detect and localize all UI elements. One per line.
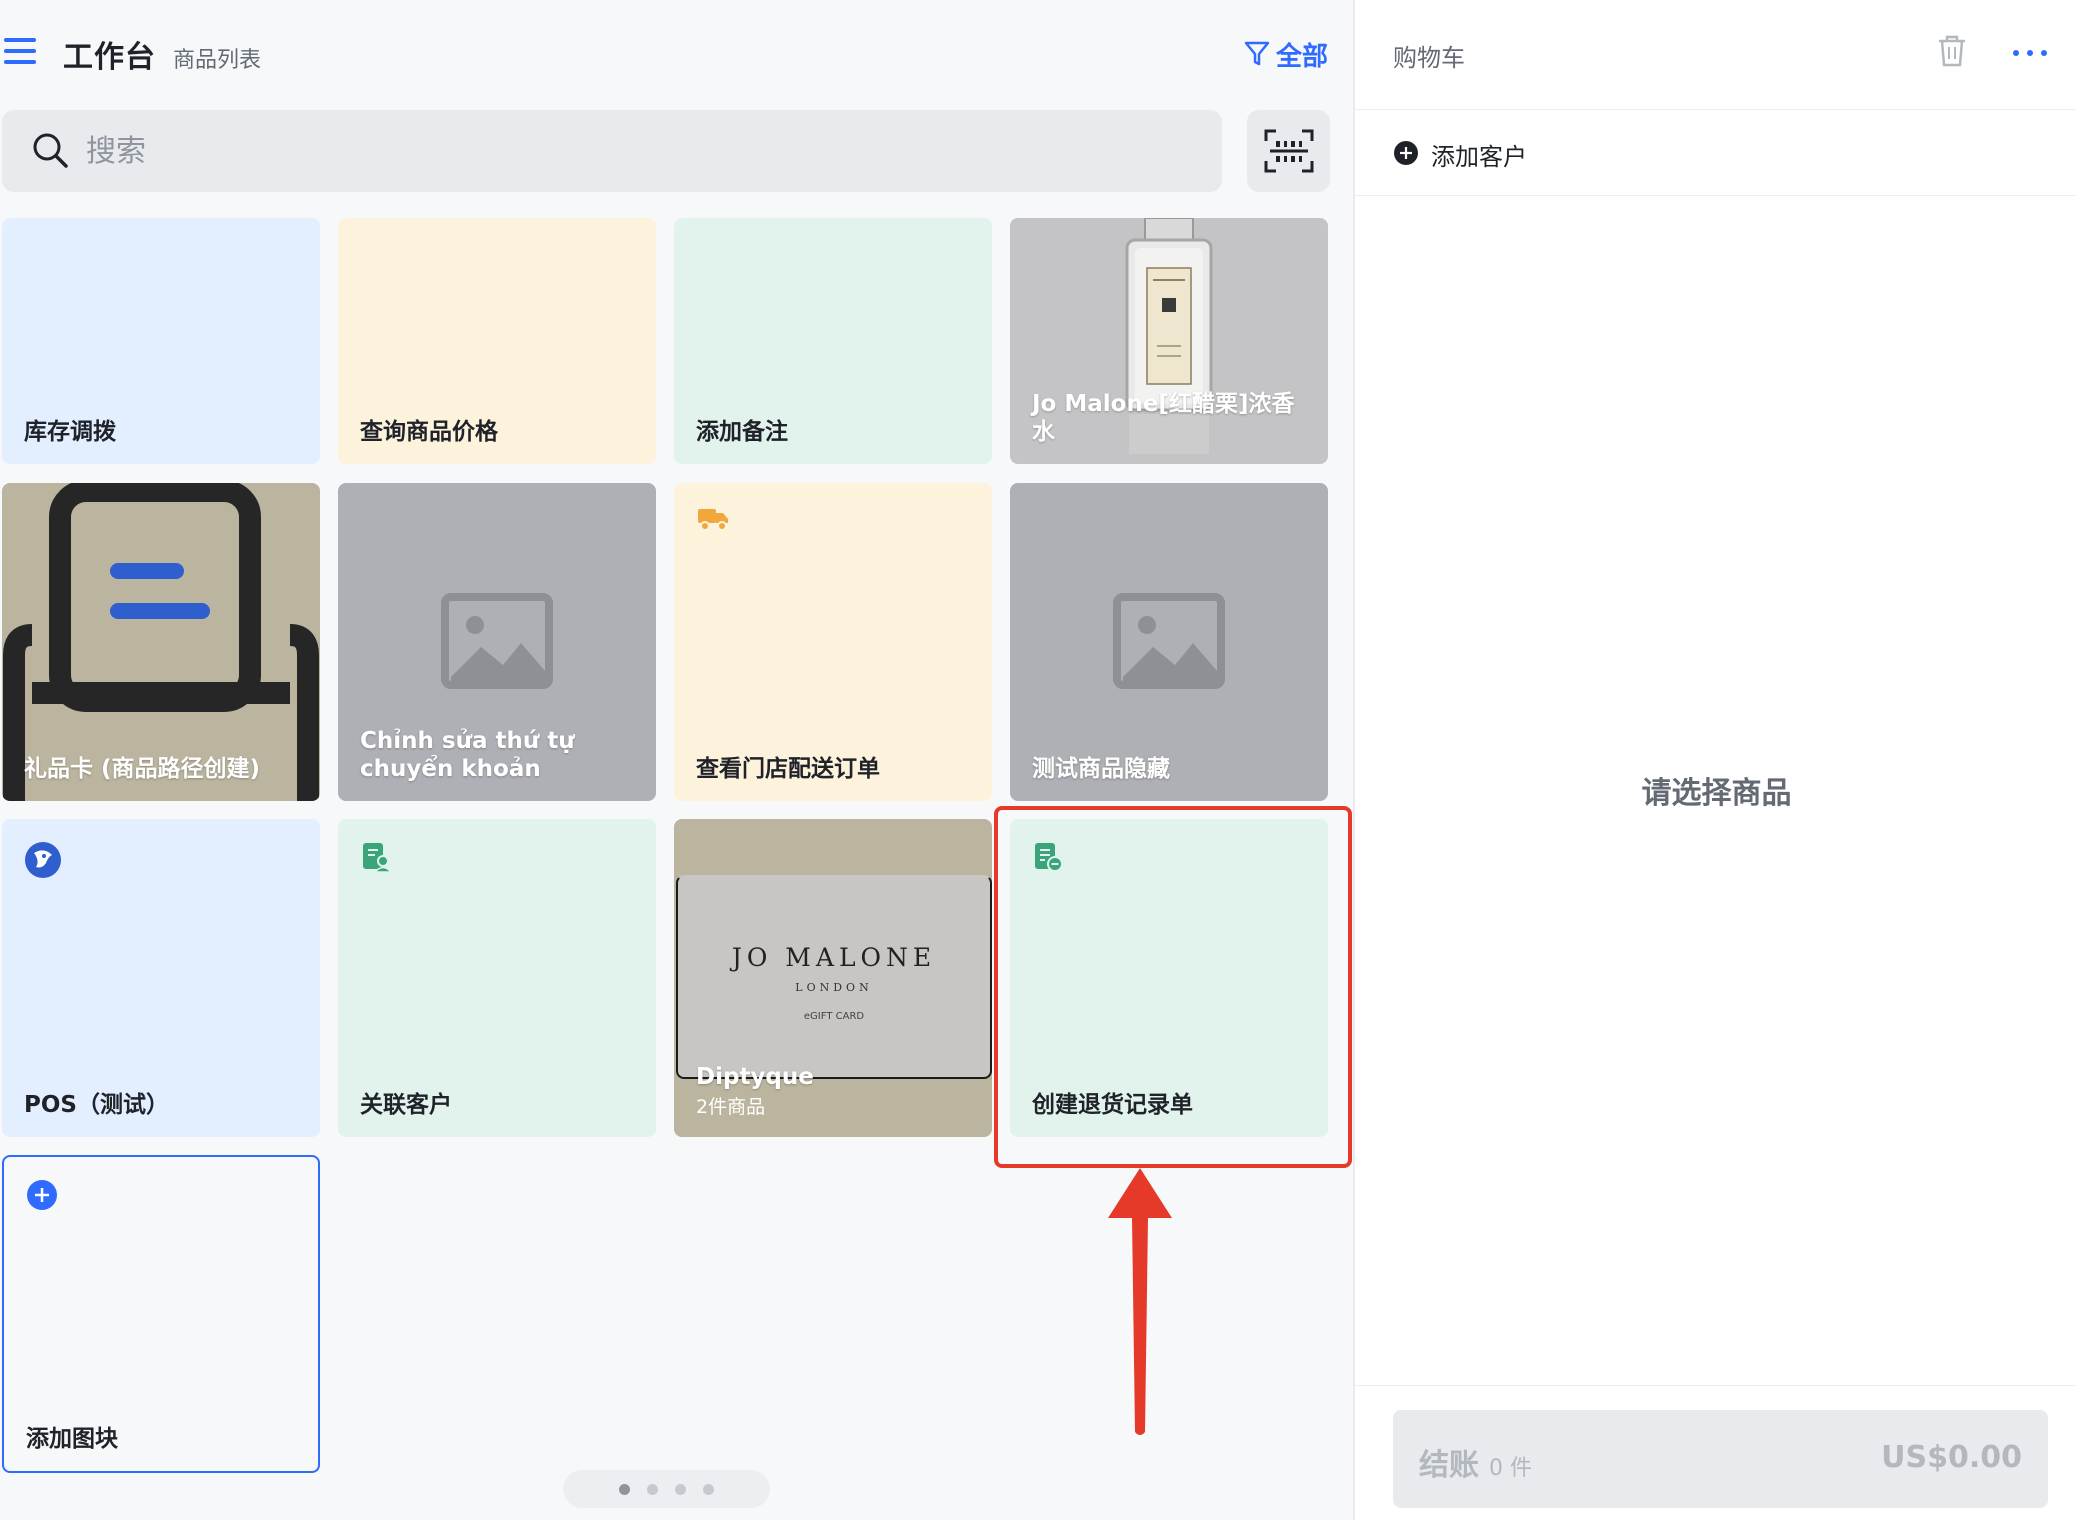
barcode-scan-icon [1264,129,1313,173]
tile-link-customer[interactable]: 关联客户 [338,819,656,1137]
tile-add-note[interactable]: 添加备注 [674,218,992,464]
tile-label: 查看门店配送订单 [696,755,880,782]
tile-label: 添加备注 [696,418,788,445]
plus-circle-icon [1394,141,1418,165]
search-icon [33,133,68,168]
tile-diptyque[interactable]: JO MALONE LONDON eGIFT CARD Diptyque 2件商… [674,819,992,1137]
add-customer-button[interactable]: 添加客户 [1355,110,2076,196]
tile-label: 测试商品隐藏 [1032,755,1170,782]
page-indicator[interactable] [563,1470,770,1508]
pos-app: 工作台 商品列表 全部 搜索 库存调拨 查询商品价格 添加备注 Jo Malon… [0,0,2076,1520]
menu-icon[interactable] [4,38,40,68]
barcode-scan-button[interactable] [1247,110,1330,192]
tile-price-lookup[interactable]: 查询商品价格 [338,218,656,464]
tile-inventory-transfer[interactable]: 库存调拨 [2,218,320,464]
return-doc-icon [1035,843,1063,872]
receipt-printer-icon [3,483,319,801]
gift-card-image: JO MALONE LONDON eGIFT CARD [676,875,992,1079]
truck-icon [698,509,728,531]
checkout-button[interactable]: 结账 0 件 US$0.00 [1393,1410,2048,1508]
tile-hidden-product-test[interactable]: 测试商品隐藏 [1010,483,1328,801]
tile-jo-malone-perfume[interactable]: Jo Malone[红醋栗]浓香水 [1010,218,1328,464]
cart-header: 购物车 [1355,0,2076,110]
page-dot[interactable] [675,1483,686,1495]
image-placeholder-icon [1113,593,1225,689]
trash-icon[interactable] [1937,34,1967,68]
tile-add-block[interactable]: 添加图块 [2,1155,320,1473]
tile-store-delivery-orders[interactable]: 查看门店配送订单 [674,483,992,801]
filter-button[interactable]: 全部 [1244,36,1328,72]
image-placeholder-icon [441,593,553,689]
cart-footer: 结账 0 件 US$0.00 [1355,1385,2076,1520]
page-dot[interactable] [619,1483,630,1495]
tile-label: 关联客户 [360,1091,452,1118]
top-bar: 工作台 商品列表 全部 [0,0,1353,108]
app-logo-icon [25,842,61,878]
product-panel: 工作台 商品列表 全部 搜索 库存调拨 查询商品价格 添加备注 Jo Malon… [0,0,1353,1520]
tile-label: Jo Malone[红醋栗]浓香水 [1032,390,1295,445]
search-input[interactable] [86,124,1186,178]
customer-doc-icon [363,843,392,873]
tile-label: Chỉnh sửa thứ tự chuyển khoản [360,727,575,782]
tile-create-return-record[interactable]: 创建退货记录单 [1010,819,1328,1137]
tile-pos-test[interactable]: POS（测试） [2,819,320,1137]
checkout-label: 结账 [1419,1448,1479,1483]
page-dot[interactable] [647,1483,658,1495]
plus-circle-icon [27,1180,57,1210]
more-options-icon[interactable] [2013,50,2053,60]
tile-label: 添加图块 [26,1425,118,1452]
tile-sublabel: 2件商品 [696,1096,766,1118]
tile-label: Diptyque [696,1063,814,1090]
gift-card-type: eGIFT CARD [803,1011,865,1022]
checkout-total: US$0.00 [1881,1440,2022,1475]
search-box[interactable] [2,110,1222,192]
tile-label: POS（测试） [24,1091,169,1118]
tile-label: 查询商品价格 [360,418,498,445]
tile-grid: 库存调拨 查询商品价格 添加备注 Jo Malone[红醋栗]浓香水 礼品卡 (… [0,218,1353,1480]
page-title: 工作台 [63,40,156,75]
gift-card-brand: JO MALONE [731,943,937,972]
tile-label: 库存调拨 [24,418,116,445]
cart-title: 购物车 [1393,44,1465,72]
tile-gift-card[interactable]: 礼品卡 (商品路径创建) [2,483,320,801]
page-dot[interactable] [703,1483,714,1495]
tile-label: 礼品卡 (商品路径创建) [24,755,261,782]
checkout-item-count: 0 件 [1489,1456,1532,1481]
cart-empty-message: 请选择商品 [1641,776,1792,811]
gift-card-city: LONDON [795,981,873,994]
cart-panel: 购物车 添加客户 请选择商品 结账 0 件 US$0.00 [1353,0,2076,1520]
filter-label: 全部 [1275,41,1328,72]
tile-label: 创建退货记录单 [1032,1091,1193,1118]
add-customer-label: 添加客户 [1431,143,1527,171]
page-subtitle[interactable]: 商品列表 [173,42,261,74]
tile-edit-transfer-order[interactable]: Chỉnh sửa thứ tự chuyển khoản [338,483,656,801]
filter-icon [1244,41,1270,66]
